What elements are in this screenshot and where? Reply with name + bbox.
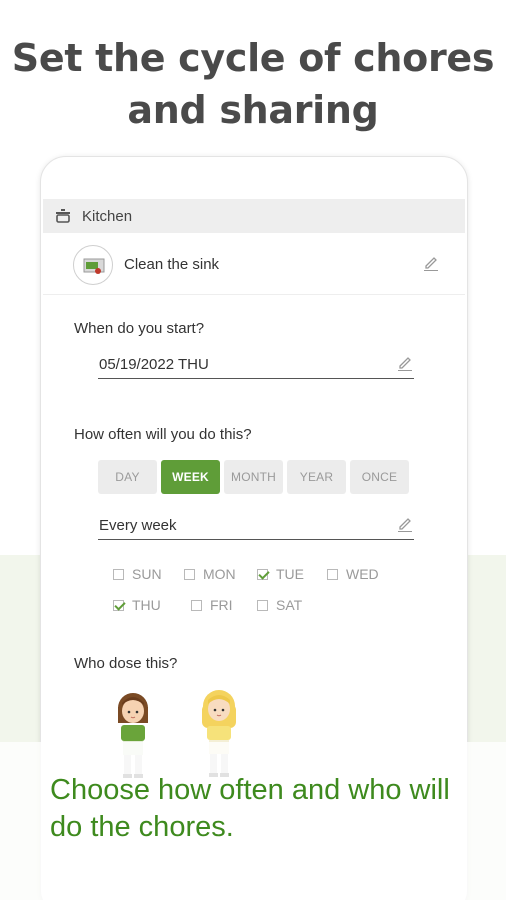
caption: Choose how often and who will do the cho… bbox=[50, 774, 450, 843]
weekday-label: WED bbox=[346, 566, 379, 582]
category-header[interactable]: Kitchen bbox=[43, 199, 465, 233]
pencil-icon[interactable] bbox=[397, 355, 413, 371]
frequency-option-day[interactable]: DAY bbox=[98, 460, 157, 494]
checkbox[interactable] bbox=[113, 568, 124, 580]
frequency-segmented-control: DAY WEEK MONTH YEAR ONCE bbox=[98, 460, 413, 494]
pot-icon bbox=[55, 209, 71, 223]
frequency-option-year[interactable]: YEAR bbox=[287, 460, 346, 494]
weekday-label: THU bbox=[132, 597, 161, 613]
weekday-mon[interactable]: MON bbox=[184, 566, 236, 582]
weekday-label: TUE bbox=[276, 566, 304, 582]
weekday-label: MON bbox=[203, 566, 236, 582]
pencil-icon[interactable] bbox=[397, 516, 413, 532]
weekday-label: SUN bbox=[132, 566, 162, 582]
checkbox-checked[interactable] bbox=[257, 568, 268, 580]
checkbox[interactable] bbox=[191, 599, 202, 611]
checkbox[interactable] bbox=[327, 568, 338, 580]
pencil-icon[interactable] bbox=[423, 255, 439, 271]
weekday-label: FRI bbox=[210, 597, 233, 613]
frequency-value-field[interactable]: Every week bbox=[98, 512, 414, 540]
sink-icon bbox=[73, 244, 113, 285]
category-label: Kitchen bbox=[82, 207, 133, 225]
frequency-option-month[interactable]: MONTH bbox=[224, 460, 283, 494]
start-date-value: 05/19/2022 THU bbox=[99, 356, 209, 373]
weekday-tue[interactable]: TUE bbox=[257, 566, 304, 582]
checkbox[interactable] bbox=[257, 599, 268, 611]
task-row[interactable]: Clean the sink bbox=[43, 235, 465, 295]
weekday-label: SAT bbox=[276, 597, 303, 613]
task-label: Clean the sink bbox=[124, 256, 220, 273]
weekday-sun[interactable]: SUN bbox=[113, 566, 162, 582]
frequency-value: Every week bbox=[99, 517, 177, 534]
start-date-field[interactable]: 05/19/2022 THU bbox=[98, 351, 414, 379]
weekday-wed[interactable]: WED bbox=[327, 566, 379, 582]
weekday-thu[interactable]: THU bbox=[113, 597, 161, 613]
headline: Set the cycle of chores and sharing bbox=[11, 36, 495, 132]
who-title: Who dose this? bbox=[74, 655, 178, 672]
frequency-option-once[interactable]: ONCE bbox=[350, 460, 409, 494]
checkbox-checked[interactable] bbox=[113, 599, 124, 611]
start-title: When do you start? bbox=[74, 320, 205, 337]
weekday-sat[interactable]: SAT bbox=[257, 597, 302, 613]
weekday-fri[interactable]: FRI bbox=[191, 597, 233, 613]
checkbox[interactable] bbox=[184, 568, 195, 580]
frequency-title: How often will you do this? bbox=[74, 426, 252, 443]
frequency-option-week[interactable]: WEEK bbox=[161, 460, 220, 494]
